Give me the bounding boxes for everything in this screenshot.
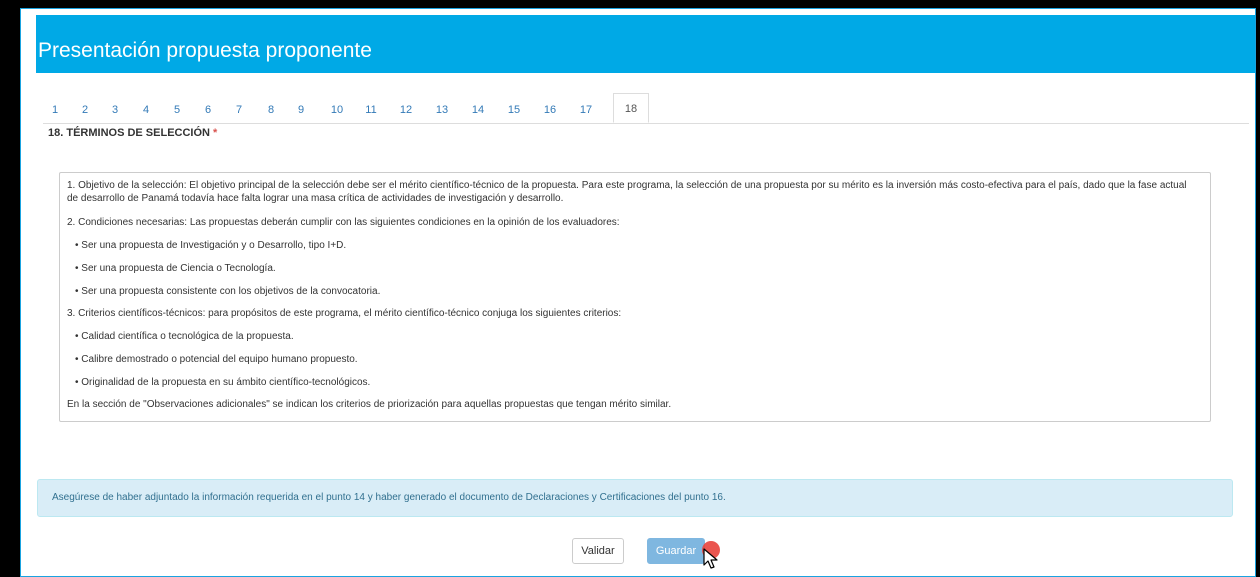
tab-3[interactable]: 3	[107, 99, 123, 121]
tab-12[interactable]: 12	[395, 99, 417, 121]
terms-criteria-item: • Calibre demostrado o potencial del equ…	[75, 354, 358, 365]
tab-5[interactable]: 5	[169, 99, 185, 121]
section-title: 18. TÉRMINOS DE SELECCIÓN	[48, 127, 210, 139]
save-button[interactable]: Guardar	[647, 538, 705, 564]
terms-additional-note: En la sección de "Observaciones adiciona…	[67, 399, 672, 410]
terms-criteria-item: • Originalidad de la propuesta en su ámb…	[75, 377, 371, 388]
terms-condition-item: • Ser una propuesta de Ciencia o Tecnolo…	[75, 263, 276, 274]
app-frame: Presentación propuesta proponente 1 2 3 …	[20, 8, 1256, 577]
section-heading: 18. TÉRMINOS DE SELECCIÓN *	[48, 127, 217, 139]
info-alert: Asegúrese de haber adjuntado la informac…	[37, 479, 1233, 517]
required-marker: *	[213, 127, 218, 139]
tab-18[interactable]: 18	[613, 93, 649, 123]
tab-9[interactable]: 9	[293, 99, 309, 121]
title-bar: Presentación propuesta proponente	[36, 15, 1255, 73]
tab-16[interactable]: 16	[539, 99, 561, 121]
terms-conditions: 2. Condiciones necesarias: Las propuesta…	[67, 217, 620, 228]
tab-7[interactable]: 7	[231, 99, 247, 121]
tab-2[interactable]: 2	[77, 99, 93, 121]
terms-objective: 1. Objetivo de la selección: El objetivo…	[67, 180, 1187, 204]
terms-condition-item: • Ser una propuesta de Investigación y o…	[75, 240, 347, 251]
tab-11[interactable]: 11	[360, 99, 382, 121]
tab-8[interactable]: 8	[263, 99, 279, 121]
mouse-pointer-icon	[703, 548, 718, 569]
page-header: Presentación propuesta proponente	[21, 9, 1255, 90]
tab-10[interactable]: 10	[326, 99, 348, 121]
tab-15[interactable]: 15	[503, 99, 525, 121]
tab-1[interactable]: 1	[47, 99, 63, 121]
selection-terms-box: 1. Objetivo de la selección: El objetivo…	[59, 172, 1211, 422]
validate-button[interactable]: Validar	[572, 538, 624, 564]
page-title: Presentación propuesta proponente	[38, 39, 372, 62]
tab-6[interactable]: 6	[200, 99, 216, 121]
step-tabs: 1 2 3 4 5 6 7 8 9 10 11 12 13 14 15 16 1…	[43, 93, 1249, 124]
tab-4[interactable]: 4	[138, 99, 154, 121]
tab-17[interactable]: 17	[575, 99, 597, 121]
terms-condition-item: • Ser una propuesta consistente con los …	[75, 286, 381, 297]
tab-13[interactable]: 13	[431, 99, 453, 121]
terms-criteria: 3. Criterios científicos-técnicos: para …	[67, 308, 622, 319]
tab-14[interactable]: 14	[467, 99, 489, 121]
terms-criteria-item: • Calidad científica o tecnológica de la…	[75, 331, 294, 342]
